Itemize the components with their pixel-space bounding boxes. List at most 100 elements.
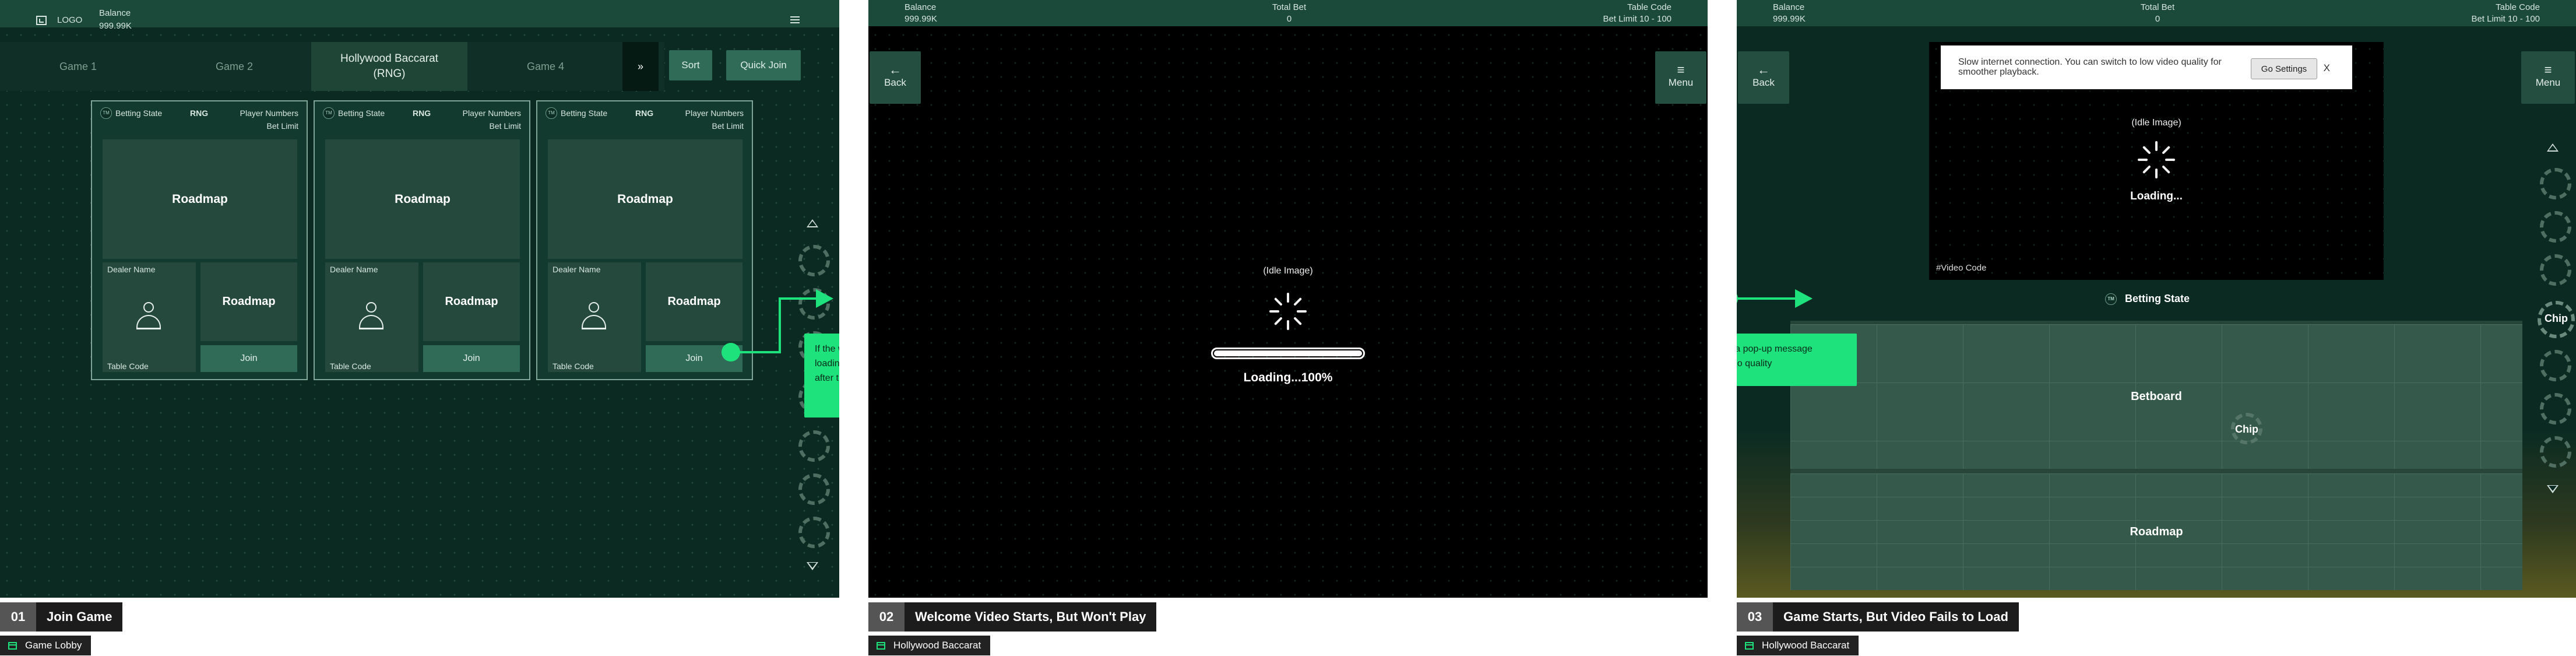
spinner-spoke xyxy=(1269,310,1279,313)
top-bar: Balance 999.99K Total Bet 0 Table Code B… xyxy=(868,0,1708,26)
caption-02: 02 Welcome Video Starts, But Won't Play xyxy=(868,602,1157,632)
spinner-spoke xyxy=(2142,165,2151,174)
idle-image-label: (Idle Image) xyxy=(1263,266,1313,276)
table-code-label: Table Code xyxy=(2496,2,2540,12)
logo-icon xyxy=(36,16,47,25)
top-bar: Balance 999.99K Total Bet 0 Table Code B… xyxy=(1737,0,2576,26)
quick-join-button[interactable]: Quick Join xyxy=(726,50,801,80)
betboard[interactable]: Betboard xyxy=(1790,324,2522,469)
subcaption-text: Hollywood Baccarat xyxy=(893,640,981,651)
caption-01: 01 Join Game xyxy=(0,602,123,632)
annotation-note: If videos still cannot be loaded, a pop-… xyxy=(1737,334,1857,386)
bet-limit: Bet Limit xyxy=(489,121,521,131)
tab-hollywood-baccarat[interactable]: Hollywood Baccarat (RNG) xyxy=(311,42,467,91)
scroll-up-icon[interactable] xyxy=(2547,143,2559,152)
tab-game-1[interactable]: Game 1 xyxy=(0,42,156,91)
chip-icon[interactable] xyxy=(798,517,830,548)
chip-icon[interactable] xyxy=(798,473,830,505)
subcaption-01: Game Lobby xyxy=(0,636,92,655)
chip-icon[interactable] xyxy=(2540,350,2571,381)
sort-button[interactable]: Sort xyxy=(669,50,712,80)
back-button[interactable]: ← Back xyxy=(870,51,921,104)
betting-state: Betting State xyxy=(338,108,385,118)
loading-spinner-icon xyxy=(1269,293,1307,330)
back-label: Back xyxy=(884,77,906,88)
balance-label: Balance xyxy=(905,2,937,12)
menu-icon: ≡ xyxy=(2544,62,2552,77)
balance-value: 999.99K xyxy=(905,14,937,24)
back-arrow-icon: ← xyxy=(1757,62,1770,77)
player-numbers: Player Numbers xyxy=(685,108,744,118)
scroll-down-icon[interactable] xyxy=(2547,485,2559,493)
roadmap-small: Roadmap xyxy=(423,262,520,341)
brand-logo-icon: TM xyxy=(100,107,112,119)
spinner-spoke xyxy=(2142,145,2151,155)
annotation-connector xyxy=(779,299,781,353)
roadmap-label: Roadmap xyxy=(2130,525,2183,538)
loading-spinner-icon xyxy=(2138,141,2175,178)
caption-title: Game Starts, But Video Fails to Load xyxy=(1773,602,2019,632)
chip-icon[interactable] xyxy=(2540,254,2571,286)
annotation-connector xyxy=(779,297,819,300)
back-button[interactable]: ← Back xyxy=(1738,51,1789,104)
dealer-panel: Dealer Name Table Code xyxy=(103,262,196,372)
chip-icon[interactable] xyxy=(2540,393,2571,425)
chip-icon[interactable] xyxy=(2540,211,2571,243)
window-icon xyxy=(8,641,17,650)
chip-icon[interactable] xyxy=(2540,436,2571,468)
progress-bar xyxy=(1211,348,1365,359)
subcaption-text: Game Lobby xyxy=(25,640,82,651)
spinner-spoke xyxy=(1293,317,1303,326)
slow-connection-popup: Slow internet connection. You can switch… xyxy=(1941,45,2352,89)
tab-next-button[interactable]: » xyxy=(622,42,659,91)
roadmap: Roadmap xyxy=(1790,473,2522,590)
balance-label: Balance xyxy=(1773,2,1805,12)
chip-icon[interactable] xyxy=(798,430,830,462)
bet-limit: Bet Limit xyxy=(712,121,744,131)
menu-button[interactable]: ≡ Menu xyxy=(1655,51,1706,104)
menu-button[interactable]: ≡ Menu xyxy=(2521,51,2575,104)
game-card: TM Betting State RNG Player Numbers Bet … xyxy=(91,100,308,380)
subcaption-03: Hollywood Baccarat xyxy=(1737,636,1859,655)
dealer-panel: Dealer Name Table Code xyxy=(548,262,641,372)
roadmap: Roadmap xyxy=(103,139,297,259)
back-arrow-icon: ← xyxy=(889,62,902,77)
spinner-spoke xyxy=(1273,297,1283,306)
spinner-spoke xyxy=(1293,297,1303,306)
window-icon xyxy=(1745,641,1754,650)
tab-game-2[interactable]: Game 2 xyxy=(156,42,312,91)
selected-chip-label: Chip xyxy=(2545,313,2568,324)
join-button[interactable]: Join xyxy=(423,345,520,372)
rng-label: RNG xyxy=(635,108,654,118)
balance-label: Balance xyxy=(99,8,131,18)
table-code-label: Table Code xyxy=(1627,2,1671,12)
chip-icon[interactable] xyxy=(798,245,830,276)
game-card: TM Betting State RNG Player Numbers Bet … xyxy=(314,100,530,380)
close-icon[interactable]: X xyxy=(2324,63,2330,73)
scroll-down-icon[interactable] xyxy=(807,562,818,570)
scroll-up-icon[interactable] xyxy=(807,219,818,227)
welcome-video-screen: Balance 999.99K Total Bet 0 Table Code B… xyxy=(868,0,1708,598)
player-numbers: Player Numbers xyxy=(462,108,521,118)
betting-state-bar: TM Betting State xyxy=(2105,293,2190,305)
spinner-spoke xyxy=(2138,159,2148,161)
dealer-avatar-icon xyxy=(359,302,383,332)
dealer-panel: Dealer Name Table Code xyxy=(325,262,418,372)
top-bar: LOGO Balance 999.99K xyxy=(0,0,839,31)
roadmap-small: Roadmap xyxy=(646,262,742,341)
betting-state: Betting State xyxy=(2125,293,2190,304)
roadmap: Roadmap xyxy=(548,139,742,259)
balance-value: 999.99K xyxy=(99,21,132,31)
menu-label: Menu xyxy=(2535,77,2561,88)
total-bet-label: Total Bet xyxy=(1272,2,1307,12)
menu-icon[interactable] xyxy=(790,16,800,23)
idle-image-label: (Idle Image) xyxy=(2131,118,2181,128)
caption-number: 02 xyxy=(868,602,905,632)
total-bet-label: Total Bet xyxy=(2140,2,2175,12)
back-label: Back xyxy=(1752,77,1775,88)
chip-icon[interactable] xyxy=(2540,168,2571,199)
brand-logo-icon: TM xyxy=(323,107,335,119)
join-button[interactable]: Join xyxy=(200,345,297,372)
tab-game-4[interactable]: Game 4 xyxy=(467,42,624,91)
go-settings-button[interactable]: Go Settings xyxy=(2251,58,2317,79)
